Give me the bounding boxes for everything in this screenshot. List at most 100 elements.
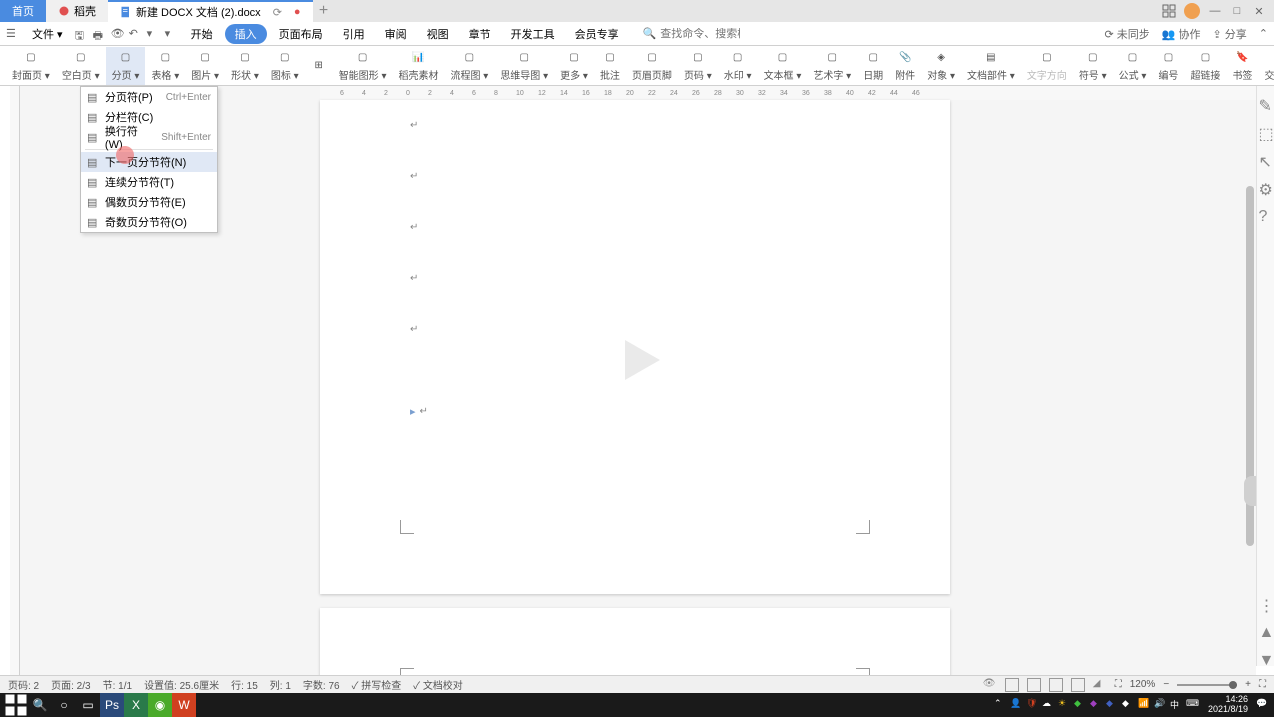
tray-app2-icon[interactable]: ◆ <box>1090 698 1104 712</box>
ribbon-表格[interactable]: ▢表格 ▾ <box>145 47 185 85</box>
ribbon-页眉页脚[interactable]: ▢页眉页脚 <box>626 47 678 85</box>
ribbon-空白页[interactable]: ▢空白页 ▾ <box>56 47 106 85</box>
search-box[interactable]: 🔍 <box>643 27 741 40</box>
status-position[interactable]: 设置值: 25.6厘米 <box>144 677 219 692</box>
tab-start[interactable]: 开始 <box>183 24 221 44</box>
down-icon[interactable]: ▼ <box>1259 652 1273 666</box>
cursor-icon[interactable]: ↖ <box>1259 152 1273 166</box>
zoom-fit-icon[interactable]: ⛶ <box>1115 679 1122 690</box>
fullscreen-icon[interactable]: ⛶ <box>1259 679 1266 690</box>
tab-reference[interactable]: 引用 <box>335 24 373 44</box>
scroll-handle[interactable] <box>1244 476 1256 506</box>
ribbon-形状[interactable]: ▢形状 ▾ <box>225 47 265 85</box>
view-read-icon[interactable] <box>1071 678 1085 692</box>
ribbon-页码[interactable]: ▢页码 ▾ <box>678 47 718 85</box>
notification-icon[interactable]: 💬 <box>1256 698 1270 712</box>
tray-people-icon[interactable]: 👤 <box>1010 698 1024 712</box>
tray-volume-icon[interactable]: 🔊 <box>1154 698 1168 712</box>
tray-shield-icon[interactable]: 🛡 <box>1026 698 1040 712</box>
ribbon-流程图[interactable]: ▢流程图 ▾ <box>445 47 495 85</box>
status-words[interactable]: 字数: 76 <box>303 677 340 692</box>
grid-icon[interactable] <box>1162 4 1176 18</box>
ribbon-附件[interactable]: 📎附件 <box>889 47 921 85</box>
share-button[interactable]: ⇪ 分享 <box>1213 26 1247 42</box>
undo-icon[interactable]: ↶ <box>129 27 143 41</box>
tray-ime-icon[interactable]: 中 <box>1170 698 1184 712</box>
play-button[interactable] <box>610 330 670 390</box>
tab-layout[interactable]: 页面布局 <box>271 24 331 44</box>
status-pages[interactable]: 页面: 2/3 <box>51 677 90 692</box>
ribbon-稻壳素材[interactable]: 📊稻壳素材 <box>393 47 445 85</box>
tab-shell[interactable]: 稻壳 <box>46 0 108 22</box>
zoom-slider[interactable] <box>1177 684 1237 686</box>
ribbon-封面页[interactable]: ▢封面页 ▾ <box>6 47 56 85</box>
dropdown-item-page-break[interactable]: ▤分页符(P)Ctrl+Enter <box>81 87 217 107</box>
ribbon-文本框[interactable]: ▢文本框 ▾ <box>758 47 808 85</box>
search-input[interactable] <box>660 28 740 40</box>
vertical-ruler[interactable] <box>10 86 20 693</box>
tab-home[interactable]: 首页 <box>0 0 46 22</box>
view-outline-icon[interactable] <box>1027 678 1041 692</box>
tray-app3-icon[interactable]: ◆ <box>1106 698 1120 712</box>
ribbon-图标[interactable]: ▢图标 ▾ <box>265 47 305 85</box>
ribbon-对象[interactable]: ◈对象 ▾ <box>921 47 961 85</box>
select-icon[interactable]: ⬚ <box>1259 124 1273 138</box>
dropdown-item-even-page[interactable]: ▤偶数页分节符(E) <box>81 192 217 212</box>
dropdown-item-odd-page[interactable]: ▤奇数页分节符(O) <box>81 212 217 232</box>
ribbon-公式[interactable]: ▢公式 ▾ <box>1113 47 1153 85</box>
horizontal-ruler[interactable]: 6420246810121416182022242628303234363840… <box>320 86 1256 100</box>
status-proof[interactable]: ✓ 文档校对 <box>413 677 463 692</box>
dropdown-item-line-break[interactable]: ▤换行符(W)Shift+Enter <box>81 127 217 147</box>
ribbon-图片[interactable]: ▢图片 ▾ <box>185 47 225 85</box>
ribbon-智能图形[interactable]: ▢智能图形 ▾ <box>333 47 393 85</box>
ribbon-水印[interactable]: ▢水印 ▾ <box>718 47 758 85</box>
print-icon[interactable]: 🖶 <box>93 27 107 41</box>
photoshop-icon[interactable]: Ps <box>100 693 124 717</box>
excel-icon[interactable]: X <box>124 693 148 717</box>
ribbon-思维导图[interactable]: ▢思维导图 ▾ <box>494 47 554 85</box>
tray-app4-icon[interactable]: ◆ <box>1122 698 1136 712</box>
ribbon-书签[interactable]: 🔖书签 <box>1226 47 1258 85</box>
tab-document[interactable]: 新建 DOCX 文档 (2).docx ⟳ ● <box>108 0 313 22</box>
tray-wifi-icon[interactable]: 📶 <box>1138 698 1152 712</box>
tab-add[interactable]: + <box>313 2 335 20</box>
eraser-icon[interactable]: ◢ <box>1093 678 1107 692</box>
avatar[interactable] <box>1184 3 1200 19</box>
taskview-icon[interactable]: ▭ <box>76 693 100 717</box>
ribbon-交叉引用[interactable]: ⇄交叉引用 <box>1258 47 1274 85</box>
status-line[interactable]: 行: 15 <box>231 677 258 692</box>
redo-icon[interactable]: ▾ <box>147 27 161 41</box>
ribbon-更多[interactable]: ▢更多 ▾ <box>554 47 594 85</box>
coop-button[interactable]: 👥 协作 <box>1162 26 1201 42</box>
tray-cloud-icon[interactable]: ☁ <box>1042 698 1056 712</box>
ribbon-编号[interactable]: ▢编号 <box>1152 47 1184 85</box>
ribbon-批注[interactable]: ▢批注 <box>594 47 626 85</box>
dots-icon[interactable]: ⋮ <box>1259 596 1273 610</box>
tab-refresh-icon[interactable]: ⟳ <box>273 6 282 19</box>
tab-dev[interactable]: 开发工具 <box>503 24 563 44</box>
cortana-icon[interactable]: ○ <box>52 693 76 717</box>
save-icon[interactable]: 🖫 <box>75 27 89 41</box>
ribbon-puzzle[interactable]: ⊞ <box>305 47 333 85</box>
tray-sun-icon[interactable]: ☀ <box>1058 698 1072 712</box>
ribbon-文字方向[interactable]: ▢文字方向 <box>1021 47 1073 85</box>
tab-review[interactable]: 审阅 <box>377 24 415 44</box>
pencil-icon[interactable]: ✎ <box>1259 96 1273 110</box>
help-icon[interactable]: ? <box>1259 208 1273 222</box>
ribbon-日期[interactable]: ▢日期 <box>857 47 889 85</box>
tray-keyboard-icon[interactable]: ⌨ <box>1186 698 1200 712</box>
eye-icon[interactable]: 👁 <box>983 678 997 692</box>
view-page-icon[interactable] <box>1005 678 1019 692</box>
status-column[interactable]: 列: 1 <box>270 677 291 692</box>
tab-insert[interactable]: 插入 <box>225 24 267 44</box>
tab-section[interactable]: 章节 <box>461 24 499 44</box>
search-icon[interactable]: 🔍 <box>28 693 52 717</box>
wps-icon[interactable]: W <box>172 693 196 717</box>
status-section[interactable]: 节: 1/1 <box>103 677 132 692</box>
ribbon-分页[interactable]: ▢分页 ▾ <box>106 47 146 85</box>
ribbon-艺术字[interactable]: ▢艺术字 ▾ <box>807 47 857 85</box>
status-spell[interactable]: ✓ 拼写检查 <box>352 677 402 692</box>
tray-up-icon[interactable]: ⌃ <box>994 698 1008 712</box>
ribbon-文档部件[interactable]: ▤文档部件 ▾ <box>961 47 1021 85</box>
zoom-level[interactable]: 120% <box>1130 679 1156 690</box>
